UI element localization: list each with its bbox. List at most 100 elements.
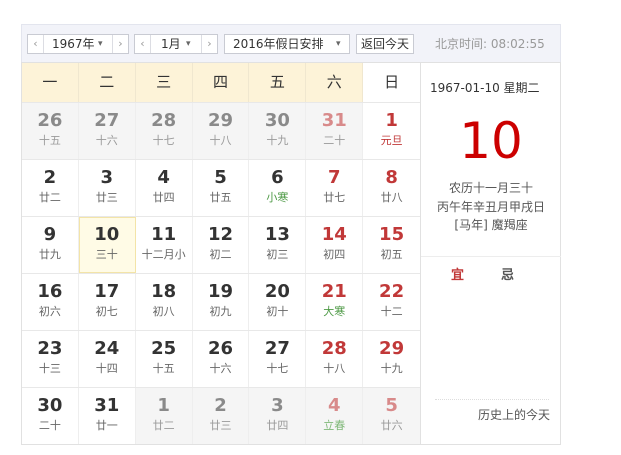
day-cell[interactable]: 11 十二月小: [136, 217, 193, 273]
day-cell[interactable]: 23 十三: [22, 331, 79, 387]
day-cell[interactable]: 1 元旦: [363, 103, 420, 159]
day-cell[interactable]: 18 初八: [136, 274, 193, 330]
lunar-day: 二十: [38, 419, 61, 432]
lunar-day: 廿一: [95, 419, 118, 432]
day-cell[interactable]: 29 十八: [192, 103, 250, 159]
next-month-button[interactable]: ›: [201, 35, 217, 53]
day-cell[interactable]: 5 廿五: [193, 160, 250, 216]
day-number: 3: [271, 395, 284, 416]
day-cell[interactable]: 7 廿七: [306, 160, 364, 216]
day-cell[interactable]: 29 十九: [363, 331, 420, 387]
lunar-day: 廿八: [380, 191, 403, 204]
day-cell[interactable]: 14 初四: [306, 217, 364, 273]
week-row: 16 初六 17 初七 18 初八 19 初九 20 初十 21 大寒 22 十二: [22, 273, 420, 330]
day-number: 2: [43, 167, 57, 188]
lunar-day: 廿六: [380, 419, 403, 432]
weekday-label: 三: [136, 63, 193, 102]
day-cell[interactable]: 6 小寒: [249, 160, 307, 216]
chevron-down-icon[interactable]: ▾: [186, 35, 191, 53]
selected-day-number: 10: [459, 112, 523, 170]
day-number: 4: [327, 395, 341, 416]
day-cell[interactable]: 17 初七: [79, 274, 136, 330]
day-number: 6: [271, 167, 284, 188]
day-number: 24: [94, 338, 120, 359]
day-cell[interactable]: 20 初十: [249, 274, 307, 330]
day-cell[interactable]: 13 初三: [249, 217, 307, 273]
day-cell[interactable]: 28 十八: [306, 331, 364, 387]
lunar-day: 立春: [323, 419, 346, 432]
day-cell[interactable]: 16 初六: [22, 274, 79, 330]
holiday-select-value[interactable]: 2016年假日安排: [233, 35, 324, 53]
history-today-link[interactable]: 历史上的今天: [478, 406, 550, 423]
next-year-button[interactable]: ›: [112, 35, 128, 53]
day-cell[interactable]: 25 十五: [136, 331, 193, 387]
day-cell[interactable]: 12 初二: [193, 217, 250, 273]
lunar-day: 初二: [209, 248, 232, 261]
lunar-day: 初五: [380, 248, 403, 261]
day-number: 28: [321, 338, 347, 359]
holiday-select[interactable]: 2016年假日安排 ▾: [224, 34, 350, 54]
day-cell[interactable]: 2 廿二: [22, 160, 79, 216]
day-cell[interactable]: 21 大寒: [306, 274, 364, 330]
day-cell[interactable]: 27 十六: [78, 103, 136, 159]
ganzhi-date: 丙午年辛丑月甲戌日: [436, 200, 545, 214]
day-cell[interactable]: 19 初九: [193, 274, 250, 330]
month-selector[interactable]: ‹ 1月 ▾ ›: [134, 34, 218, 54]
day-number: 28: [151, 110, 177, 131]
day-number: 22: [379, 281, 405, 302]
year-selector[interactable]: ‹ 1967年 ▾ ›: [27, 34, 129, 54]
day-cell[interactable]: 15 初五: [363, 217, 420, 273]
day-cell[interactable]: 3 廿三: [79, 160, 136, 216]
lunar-day: 十二月小: [141, 248, 186, 261]
day-cell[interactable]: 8 廿八: [363, 160, 420, 216]
day-number: 13: [264, 224, 290, 245]
day-cell[interactable]: 30 二十: [22, 388, 79, 444]
day-cell-selected[interactable]: 10 三十: [78, 217, 136, 273]
chevron-down-icon[interactable]: ▾: [98, 35, 103, 53]
weekday-label: 六: [306, 63, 364, 102]
month-select-value[interactable]: 1月: [161, 35, 181, 53]
year-select-value[interactable]: 1967年: [52, 35, 95, 53]
day-number: 5: [214, 167, 227, 188]
prev-year-button[interactable]: ‹: [28, 35, 44, 53]
day-cell[interactable]: 3 廿四: [249, 388, 307, 444]
day-cell[interactable]: 24 十四: [79, 331, 136, 387]
day-number: 27: [94, 110, 120, 131]
prev-month-button[interactable]: ‹: [135, 35, 151, 53]
day-number: 1: [385, 110, 398, 131]
lunar-day: 廿九: [38, 248, 61, 261]
panel-divider: [421, 256, 561, 257]
day-number: 31: [321, 110, 347, 131]
day-cell[interactable]: 26 十五: [22, 103, 79, 159]
day-cell[interactable]: 30 十九: [249, 103, 307, 159]
calendar-toolbar: ‹ 1967年 ▾ › ‹ 1月 ▾ › 2016年假日安排 ▾ 返回今天 北京…: [21, 24, 561, 62]
day-cell[interactable]: 31 二十: [306, 103, 364, 159]
day-cell[interactable]: 5 廿六: [363, 388, 421, 444]
day-number: 15: [379, 224, 405, 245]
day-number: 3: [100, 167, 114, 188]
day-number: 10: [94, 224, 120, 245]
day-cell[interactable]: 27 十七: [249, 331, 307, 387]
day-cell[interactable]: 31 廿一: [79, 388, 136, 444]
lunar-day: 十三: [38, 362, 61, 375]
chevron-down-icon[interactable]: ▾: [336, 35, 341, 53]
day-cell[interactable]: 4 廿四: [136, 160, 193, 216]
back-to-today-button[interactable]: 返回今天: [356, 34, 414, 54]
weekday-label: 一: [22, 63, 79, 102]
lunar-day: 十五: [38, 134, 61, 147]
day-cell[interactable]: 4 立春: [306, 388, 364, 444]
day-cell[interactable]: 1 廿二: [135, 388, 193, 444]
day-cell[interactable]: 9 廿九: [22, 217, 79, 273]
lunar-day: 初九: [209, 305, 232, 318]
day-cell[interactable]: 28 十七: [135, 103, 193, 159]
day-number: 31: [94, 395, 120, 416]
day-number: 26: [207, 338, 234, 359]
lunar-day: 廿四: [152, 191, 175, 204]
suitable-label: 宜: [451, 268, 465, 283]
day-cell[interactable]: 26 十六: [193, 331, 250, 387]
zodiac-info: [马年] 魔羯座: [454, 218, 528, 232]
calendar-grid: 一二三四五六日 26 十五 27 十六 28 十七 29 十八 30 十九 31 二十 1 元旦 2 廿二 3 廿…: [21, 62, 421, 445]
day-cell[interactable]: 2 廿三: [192, 388, 250, 444]
day-number: 12: [207, 224, 234, 245]
day-cell[interactable]: 22 十二: [363, 274, 420, 330]
